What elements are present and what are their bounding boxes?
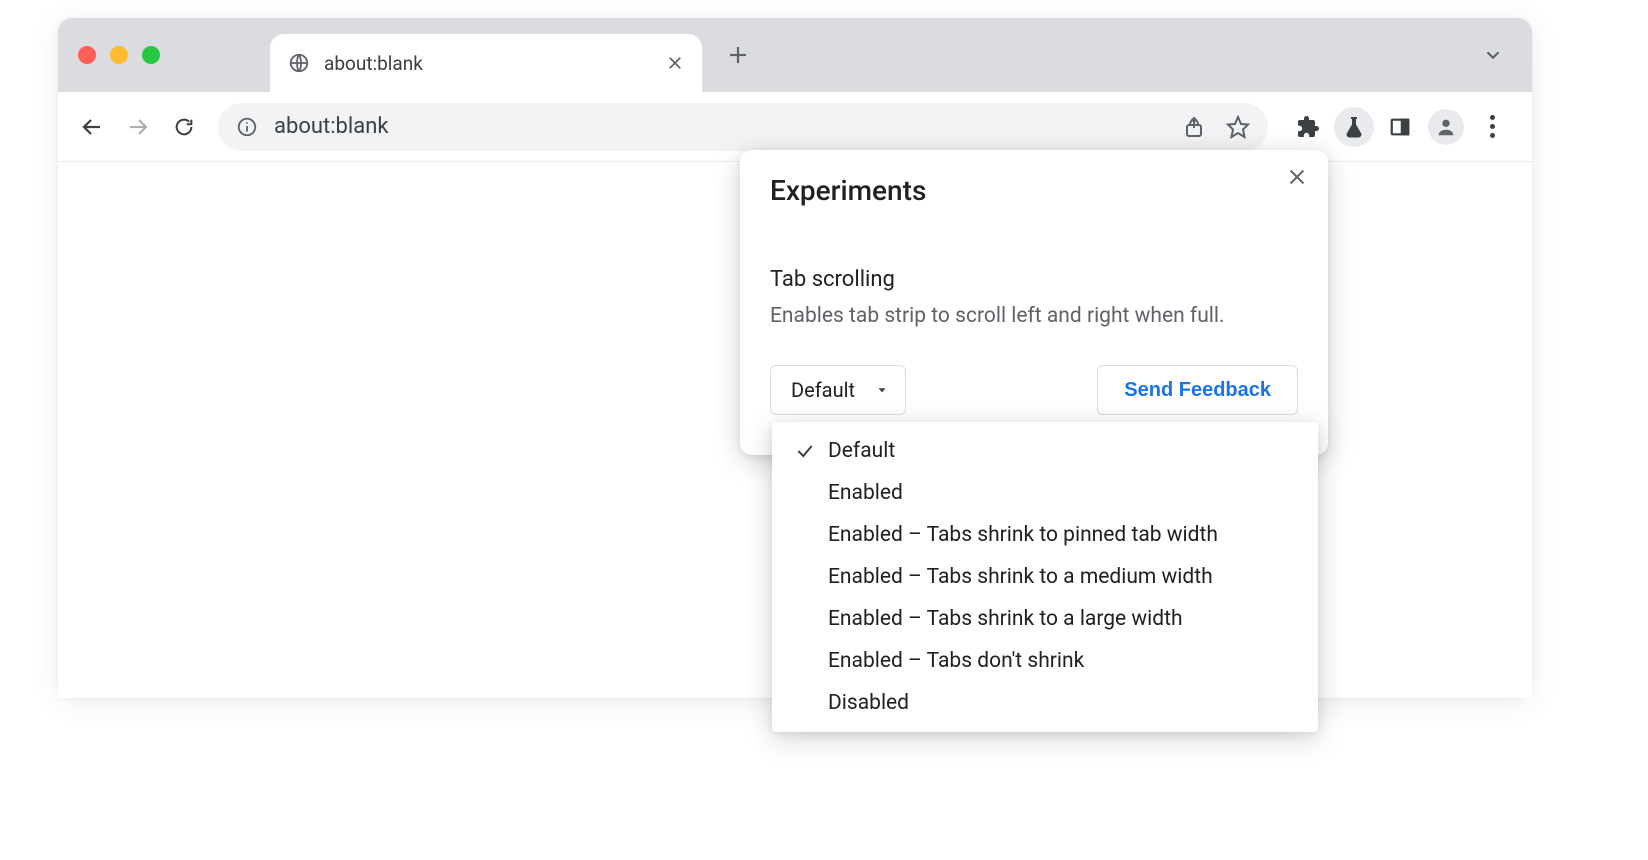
dropdown-option-label: Enabled – Tabs shrink to pinned tab widt… [822,523,1218,547]
extensions-button[interactable] [1288,107,1328,147]
close-window-button[interactable] [78,46,96,64]
back-button[interactable] [72,107,112,147]
reload-button[interactable] [164,107,204,147]
tab-search-button[interactable] [1482,44,1504,66]
check-icon [788,441,822,461]
experiment-name: Tab scrolling [770,267,1298,292]
dropdown-option[interactable]: Enabled [772,472,1318,514]
dropdown-option[interactable]: Enabled – Tabs shrink to a large width [772,598,1318,640]
experiment-description: Enables tab strip to scroll left and rig… [770,302,1298,331]
experiment-select[interactable]: Default [770,365,906,415]
address-bar[interactable]: about:blank [218,103,1268,151]
dropdown-option-label: Enabled – Tabs shrink to a large width [822,607,1183,631]
dropdown-option[interactable]: Enabled – Tabs shrink to a medium width [772,556,1318,598]
dropdown-option-label: Enabled – Tabs shrink to a medium width [822,565,1213,589]
info-icon [236,116,258,138]
dropdown-option[interactable]: Default [772,430,1318,472]
minimize-window-button[interactable] [110,46,128,64]
dropdown-option[interactable]: Enabled – Tabs shrink to pinned tab widt… [772,514,1318,556]
popup-title: Experiments [770,174,1298,207]
tab-title: about:blank [324,52,666,75]
kebab-icon [1490,115,1495,138]
experiments-popup: Experiments Tab scrolling Enables tab st… [740,150,1328,455]
experiments-button[interactable] [1334,107,1374,147]
popup-close-button[interactable] [1286,166,1308,188]
caret-down-icon [875,383,889,397]
chrome-menu-button[interactable] [1472,107,1512,147]
new-tab-button[interactable] [724,41,752,69]
close-tab-button[interactable] [666,54,684,72]
experiment-select-dropdown: Default Enabled Enabled – Tabs shrink to p… [772,422,1318,732]
dropdown-option-label: Disabled [822,691,909,715]
browser-tab[interactable]: about:blank [270,34,702,92]
share-icon[interactable] [1182,115,1206,139]
select-value: Default [791,378,855,402]
side-panel-button[interactable] [1380,107,1420,147]
send-feedback-button[interactable]: Send Feedback [1097,365,1298,415]
tab-strip: about:blank [58,18,1532,92]
dropdown-option[interactable]: Disabled [772,682,1318,724]
dropdown-option-label: Enabled – Tabs don't shrink [822,649,1084,673]
globe-icon [288,52,310,74]
profile-button[interactable] [1426,107,1466,147]
dropdown-option[interactable]: Enabled – Tabs don't shrink [772,640,1318,682]
dropdown-option-label: Default [822,439,895,463]
dropdown-option-label: Enabled [822,481,903,505]
bookmark-star-icon[interactable] [1226,115,1250,139]
maximize-window-button[interactable] [142,46,160,64]
avatar-icon [1428,109,1464,145]
window-controls [78,46,160,64]
address-bar-text: about:blank [274,114,1182,139]
forward-button[interactable] [118,107,158,147]
